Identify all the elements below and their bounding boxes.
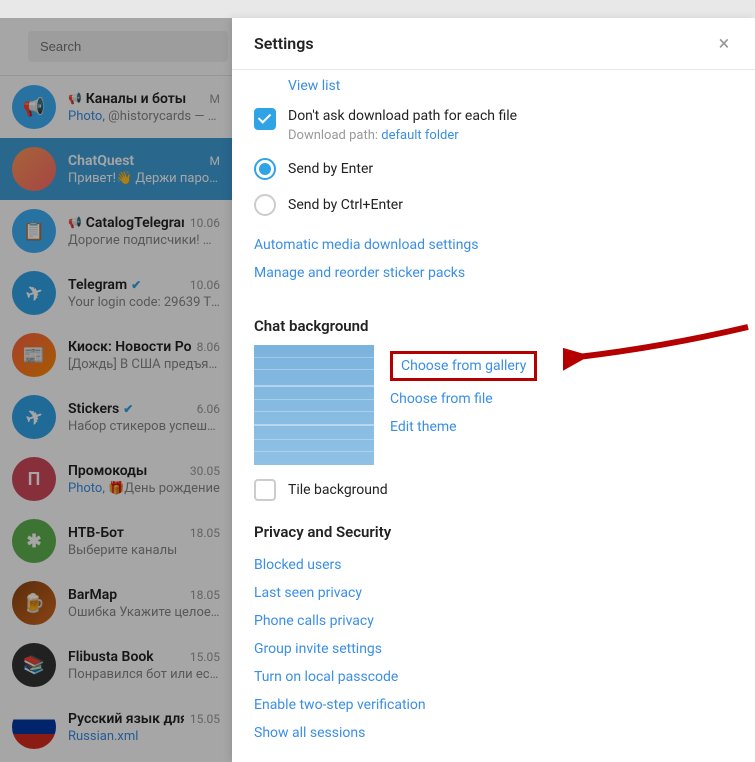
close-icon[interactable]: × bbox=[715, 35, 733, 53]
chat-time: 18.05 bbox=[190, 588, 220, 602]
settings-title: Settings bbox=[254, 34, 314, 53]
send-ctrl-enter-label: Send by Ctrl+Enter bbox=[288, 197, 403, 213]
chat-item[interactable]: ✈ Stickers✔ 6.06 Набор стикеров успешно bbox=[0, 386, 232, 448]
chat-avatar: 🍺 bbox=[12, 581, 56, 625]
verified-icon: ✔ bbox=[123, 402, 133, 416]
local-passcode-link[interactable]: Turn on local passcode bbox=[254, 663, 733, 691]
chat-avatar: 📢 bbox=[12, 85, 56, 129]
window-top-bar bbox=[0, 0, 755, 18]
chat-time: 30.05 bbox=[190, 464, 220, 478]
chat-item[interactable]: 📋 📢CatalogTelegram 10.06 Дорогие подписчики… bbox=[0, 200, 232, 262]
tile-bg-checkbox[interactable] bbox=[254, 479, 276, 501]
download-path-label: Download path: bbox=[288, 128, 381, 143]
auto-media-link[interactable]: Automatic media download settings bbox=[254, 231, 733, 259]
phone-calls-link[interactable]: Phone calls privacy bbox=[254, 607, 733, 635]
send-enter-row[interactable]: Send by Enter bbox=[254, 151, 733, 187]
chat-title: 📢CatalogTelegram bbox=[68, 215, 184, 231]
send-ctrl-enter-radio[interactable] bbox=[254, 194, 276, 216]
chat-preview: Russian.xml bbox=[68, 729, 220, 744]
tile-bg-label: Tile background bbox=[288, 482, 388, 498]
chat-preview: Ошибка Укажите целое чи bbox=[68, 605, 220, 620]
chat-item[interactable]: ✱ НТВ-Бот 18.05 Выберите каналы bbox=[0, 510, 232, 572]
chat-time: M bbox=[210, 92, 220, 106]
chat-preview: Photo, @historycards — ка bbox=[68, 109, 220, 124]
chat-list[interactable]: 📢📢Каналы и ботыMPhoto, @historycards — к… bbox=[0, 76, 232, 758]
search-input[interactable] bbox=[28, 31, 228, 62]
chat-item[interactable]: 📰 Киоск: Новости Ро... 8.06 [Дождь] В США п… bbox=[0, 324, 232, 386]
send-ctrl-enter-row[interactable]: Send by Ctrl+Enter bbox=[254, 187, 733, 223]
chat-avatar: ✈ bbox=[12, 271, 56, 315]
tile-bg-row: Tile background bbox=[254, 479, 733, 501]
chat-time: 10.06 bbox=[190, 216, 220, 230]
chat-bg-heading: Chat background bbox=[254, 317, 733, 335]
chat-time: 15.05 bbox=[190, 712, 220, 726]
chat-title: Киоск: Новости Ро... bbox=[68, 339, 191, 355]
chat-item[interactable]: ChatQuest M Привет!👋 Держи парочку bbox=[0, 138, 232, 200]
privacy-heading: Privacy and Security bbox=[254, 523, 733, 541]
dont-ask-download-row: Don't ask download path for each file Do… bbox=[254, 100, 733, 151]
chat-avatar: П bbox=[12, 457, 56, 501]
chat-title: ChatQuest bbox=[68, 153, 134, 169]
choose-gallery-link[interactable]: Choose from gallery bbox=[390, 351, 537, 381]
send-enter-radio[interactable] bbox=[254, 158, 276, 180]
edit-theme-link[interactable]: Edit theme bbox=[390, 413, 733, 441]
download-path-link[interactable]: default folder bbox=[381, 128, 458, 143]
chat-time: 15.05 bbox=[190, 650, 220, 664]
chat-avatar bbox=[12, 705, 56, 749]
chat-item[interactable]: Русский язык для ... 15.05 Russian.xml bbox=[0, 696, 232, 758]
chat-title: Flibusta Book bbox=[68, 649, 154, 665]
chat-preview: Дорогие подписчики! При bbox=[68, 233, 220, 248]
chat-avatar: 📋 bbox=[12, 209, 56, 253]
chat-preview: Your login code: 29639 This bbox=[68, 295, 220, 310]
chat-time: 6.06 bbox=[197, 402, 220, 416]
chat-title: НТВ-Бот bbox=[68, 525, 124, 541]
chat-avatar bbox=[12, 147, 56, 191]
view-list-link[interactable]: View list bbox=[254, 70, 733, 100]
dont-ask-download-checkbox[interactable] bbox=[254, 108, 276, 130]
chat-title: BarMap bbox=[68, 587, 117, 603]
chat-item[interactable]: 📢📢Каналы и ботыMPhoto, @historycards — к… bbox=[0, 76, 232, 138]
settings-header: Settings × bbox=[232, 18, 755, 70]
chat-preview: Набор стикеров успешно bbox=[68, 419, 220, 434]
blocked-users-link[interactable]: Blocked users bbox=[254, 551, 733, 579]
chat-time: 18.05 bbox=[190, 526, 220, 540]
chat-preview: [Дождь] В США предъявил bbox=[68, 357, 220, 372]
chat-item[interactable]: 📚 Flibusta Book 15.05 Понравился бот или ес… bbox=[0, 634, 232, 696]
chat-preview: Photo, 🎁День рождение bbox=[68, 481, 220, 496]
verified-icon: ✔ bbox=[131, 278, 141, 292]
sessions-link[interactable]: Show all sessions bbox=[254, 719, 733, 747]
chat-time: 8.06 bbox=[197, 340, 220, 354]
choose-file-link[interactable]: Choose from file bbox=[390, 385, 733, 413]
sticker-packs-link[interactable]: Manage and reorder sticker packs bbox=[254, 259, 733, 287]
chat-title: Stickers✔ bbox=[68, 401, 133, 417]
announce-icon: 📢 bbox=[68, 92, 82, 105]
chat-item[interactable]: ✈ Telegram✔ 10.06 Your login code: 29639 Th… bbox=[0, 262, 232, 324]
two-step-link[interactable]: Enable two-step verification bbox=[254, 691, 733, 719]
chat-title: Промокоды bbox=[68, 463, 147, 479]
chat-preview: Выберите каналы bbox=[68, 543, 220, 558]
chat-item[interactable]: 🍺 BarMap 18.05 Ошибка Укажите целое чи bbox=[0, 572, 232, 634]
bg-preview[interactable] bbox=[254, 345, 374, 465]
chat-title: Telegram✔ bbox=[68, 277, 141, 293]
dont-ask-download-label: Don't ask download path for each file bbox=[288, 108, 733, 124]
last-seen-link[interactable]: Last seen privacy bbox=[254, 579, 733, 607]
chat-avatar: 📚 bbox=[12, 643, 56, 687]
chat-title: 📢Каналы и боты bbox=[68, 91, 186, 107]
chat-time: M bbox=[210, 154, 220, 168]
send-enter-label: Send by Enter bbox=[288, 161, 373, 177]
settings-body: View list Don't ask download path for ea… bbox=[232, 70, 755, 756]
settings-panel: Settings × View list Don't ask download … bbox=[232, 18, 755, 762]
chat-time: 10.06 bbox=[190, 278, 220, 292]
announce-icon: 📢 bbox=[68, 216, 82, 229]
chat-item[interactable]: П Промокоды 30.05 Photo, 🎁День рождение bbox=[0, 448, 232, 510]
search-bar bbox=[0, 18, 232, 76]
chat-avatar: ✈ bbox=[12, 395, 56, 439]
chat-avatar: 📰 bbox=[12, 333, 56, 377]
sidebar: 📢📢Каналы и ботыMPhoto, @historycards — к… bbox=[0, 18, 232, 762]
chat-avatar: ✱ bbox=[12, 519, 56, 563]
chat-title: Русский язык для ... bbox=[68, 711, 184, 727]
chat-preview: Понравился бот или есть п bbox=[68, 667, 220, 682]
chat-preview: Привет!👋 Держи парочку bbox=[68, 171, 220, 186]
group-invite-link[interactable]: Group invite settings bbox=[254, 635, 733, 663]
